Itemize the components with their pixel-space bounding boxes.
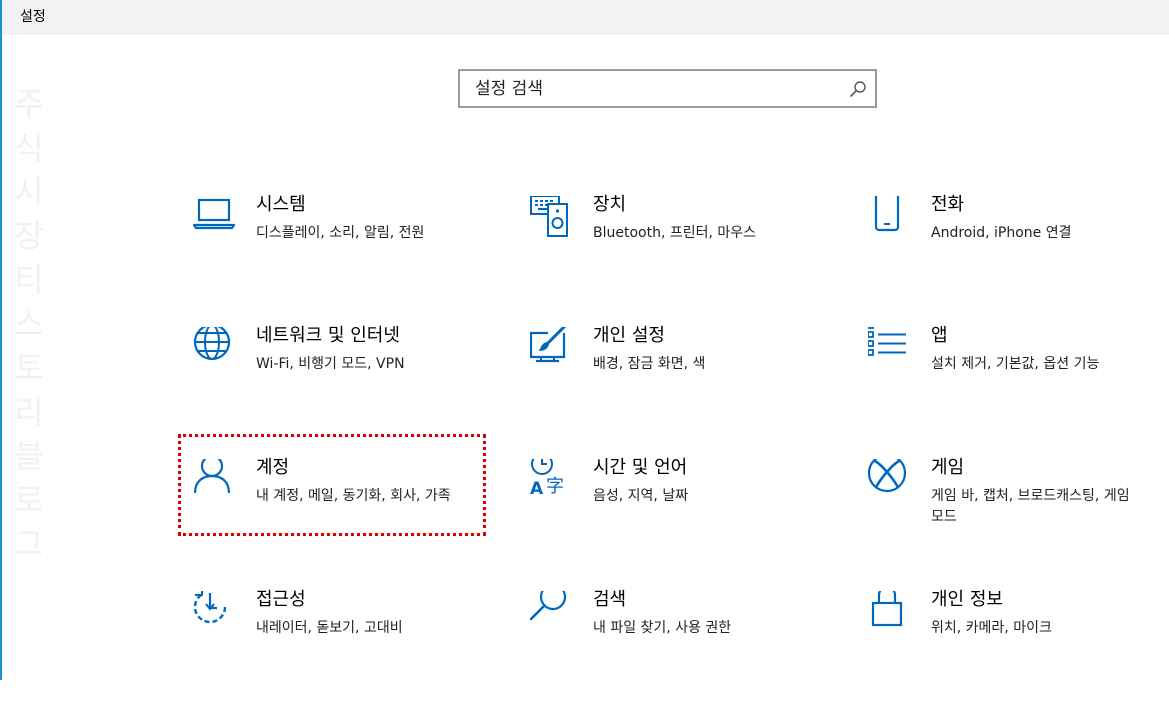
tile-search[interactable]: 검색 내 파일 찾기, 사용 권한 <box>530 589 830 701</box>
tile-desc: Wi-Fi, 비행기 모드, VPN <box>256 356 405 372</box>
time-language-icon: A字 <box>530 459 572 501</box>
tile-title: 검색 <box>593 589 627 610</box>
tile-desc: 음성, 지역, 날짜 <box>593 488 689 504</box>
title-bar[interactable]: 설정 <box>2 0 1169 35</box>
watermark-char: 식 <box>14 129 44 167</box>
tile-desc: 내 계정, 메일, 동기화, 회사, 가족 <box>256 488 451 504</box>
watermark-char: 토 <box>14 349 44 387</box>
magnifier-icon <box>530 591 572 633</box>
xbox-icon <box>868 459 910 501</box>
watermark-char: 그 <box>14 525 44 563</box>
settings-search-input[interactable] <box>460 71 840 106</box>
paint-brush-icon <box>530 327 572 369</box>
lock-icon <box>868 591 910 633</box>
globe-icon <box>193 327 235 369</box>
watermark: 주 식 시 장 티 스 토 리 블 로 그 <box>12 82 46 566</box>
tile-desc: 위치, 카메라, 마이크 <box>931 620 1052 636</box>
ease-of-access-icon <box>193 591 235 633</box>
tile-title: 계정 <box>256 457 290 478</box>
tile-privacy[interactable]: 개인 정보 위치, 카메라, 마이크 <box>868 589 1168 701</box>
tile-desc: 배경, 잠금 화면, 색 <box>593 356 706 372</box>
watermark-char: 블 <box>14 437 44 475</box>
watermark-char: 주 <box>14 85 44 123</box>
tile-system[interactable]: 시스템 디스플레이, 소리, 알림, 전원 <box>193 194 493 306</box>
search-icon[interactable] <box>849 80 867 98</box>
tile-desc: 설치 제거, 기본값, 옵션 기능 <box>931 356 1100 372</box>
tile-title: 전화 <box>931 194 965 215</box>
tile-desc: 내 파일 찾기, 사용 권한 <box>593 620 732 636</box>
tile-title: 개인 정보 <box>931 589 1003 610</box>
watermark-char: 장 <box>14 217 44 255</box>
tile-title: 장치 <box>593 194 627 215</box>
window-title: 설정 <box>20 9 46 25</box>
tile-desc: Android, iPhone 연결 <box>931 225 1072 241</box>
tile-time-language[interactable]: A字 시간 및 언어 음성, 지역, 날짜 <box>530 457 830 569</box>
tile-title: 개인 설정 <box>593 325 665 346</box>
laptop-icon <box>193 196 235 238</box>
tile-personalization[interactable]: 개인 설정 배경, 잠금 화면, 색 <box>530 325 830 437</box>
svg-text:A: A <box>530 479 544 499</box>
window-left-edge <box>0 0 2 680</box>
svg-text:字: 字 <box>546 476 564 497</box>
tile-phone[interactable]: 전화 Android, iPhone 연결 <box>868 194 1168 306</box>
tile-accounts[interactable]: 계정 내 계정, 메일, 동기화, 회사, 가족 <box>193 457 493 569</box>
tile-network[interactable]: 네트워크 및 인터넷 Wi-Fi, 비행기 모드, VPN <box>193 325 493 437</box>
tile-apps[interactable]: 앱 설치 제거, 기본값, 옵션 기능 <box>868 325 1168 437</box>
watermark-char: 시 <box>14 173 44 211</box>
devices-icon <box>530 196 572 238</box>
watermark-char: 로 <box>14 481 44 519</box>
tile-devices[interactable]: 장치 Bluetooth, 프린터, 마우스 <box>530 194 830 306</box>
tile-ease-of-access[interactable]: 접근성 내레이터, 돋보기, 고대비 <box>193 589 493 701</box>
tile-title: 접근성 <box>256 589 306 610</box>
tile-desc: Bluetooth, 프린터, 마우스 <box>593 225 757 241</box>
watermark-char: 티 <box>14 261 44 299</box>
phone-icon <box>868 196 910 238</box>
tile-title: 네트워크 및 인터넷 <box>256 325 400 346</box>
watermark-char: 스 <box>14 305 44 343</box>
tile-title: 앱 <box>931 325 948 346</box>
tile-desc: 디스플레이, 소리, 알림, 전원 <box>256 225 425 241</box>
tile-title: 시스템 <box>256 194 306 215</box>
watermark-char: 리 <box>14 393 44 431</box>
settings-search-box[interactable] <box>458 69 877 108</box>
tile-desc: 내레이터, 돋보기, 고대비 <box>256 620 403 636</box>
person-icon <box>193 459 235 501</box>
tile-desc: 게임 바, 캡처, 브로드캐스팅, 게임 모드 <box>931 488 1130 525</box>
tile-gaming[interactable]: 게임 게임 바, 캡처, 브로드캐스팅, 게임 모드 <box>868 457 1168 569</box>
tile-title: 시간 및 언어 <box>593 457 688 478</box>
apps-list-icon <box>868 327 910 369</box>
tile-title: 게임 <box>931 457 965 478</box>
